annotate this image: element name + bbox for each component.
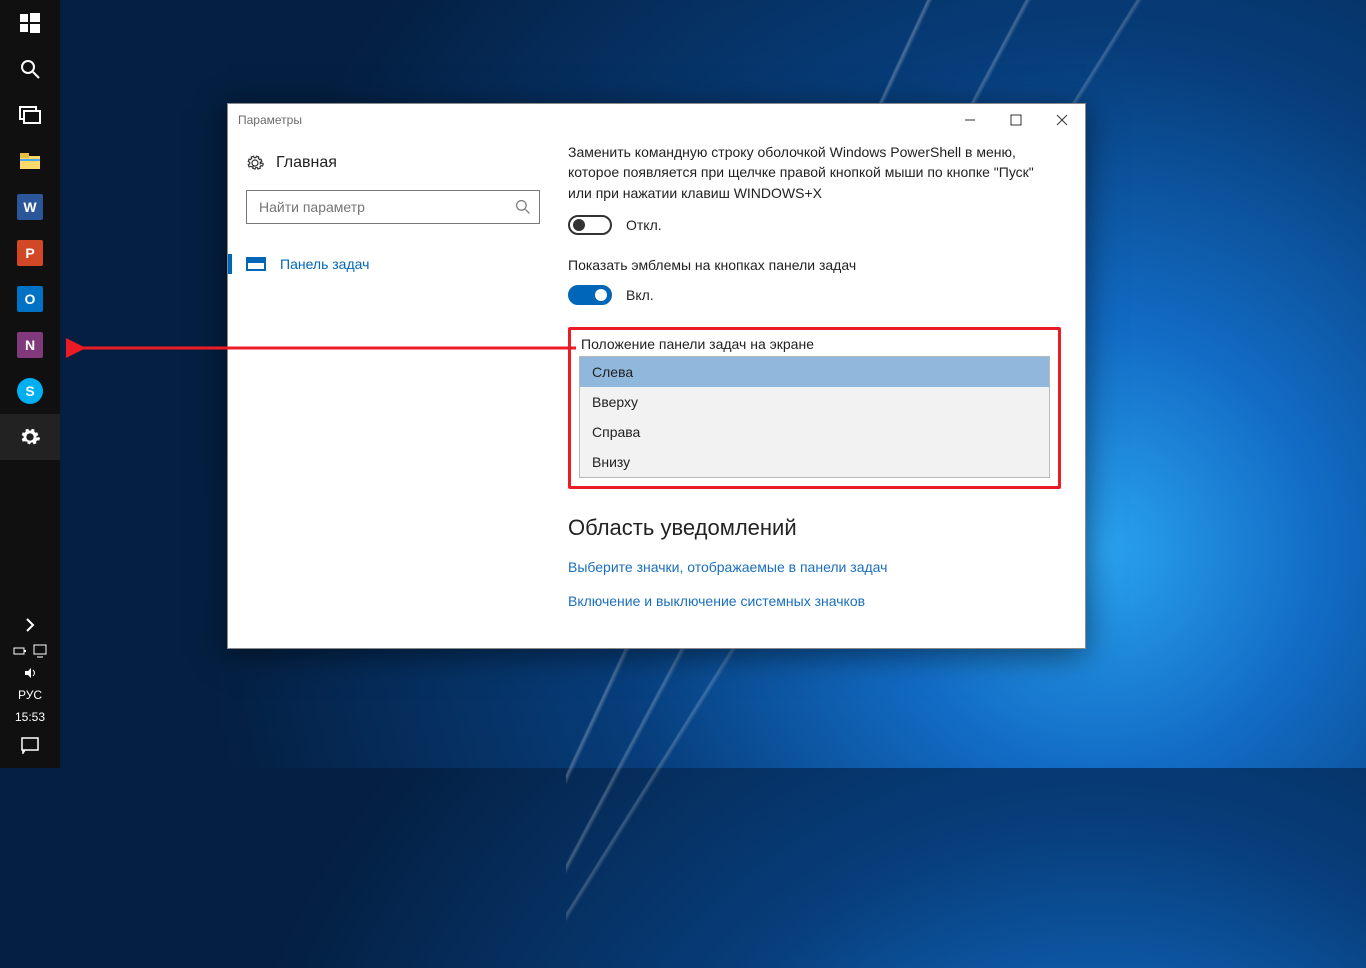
- task-view-button[interactable]: [0, 92, 60, 138]
- powerpoint-app[interactable]: P: [0, 230, 60, 276]
- nav-taskbar[interactable]: Панель задач: [246, 252, 540, 276]
- powerpoint-icon: P: [17, 240, 43, 266]
- language-indicator[interactable]: РУС: [18, 684, 42, 706]
- notifications-header: Область уведомлений: [568, 515, 1061, 541]
- clock[interactable]: 15:53: [15, 706, 45, 728]
- active-indicator: [228, 254, 232, 274]
- search-button[interactable]: [0, 46, 60, 92]
- overflow-arrow[interactable]: [0, 610, 60, 640]
- settings-content: Заменить командную строку оболочкой Wind…: [558, 136, 1085, 648]
- skype-app[interactable]: S: [0, 368, 60, 414]
- word-icon: W: [17, 194, 43, 220]
- option-top[interactable]: Вверху: [580, 387, 1049, 417]
- toggle-badges[interactable]: [568, 285, 612, 305]
- battery-icon: [13, 644, 27, 658]
- settings-app[interactable]: [0, 414, 60, 460]
- settings-search[interactable]: [246, 190, 540, 224]
- action-center[interactable]: [0, 728, 60, 762]
- skype-icon: S: [17, 378, 43, 404]
- toggle-powershell[interactable]: [568, 215, 612, 235]
- link-system-icons[interactable]: Включение и выключение системных значков: [568, 593, 1061, 609]
- volume-icon: [23, 666, 37, 680]
- maximize-icon: [1010, 114, 1022, 126]
- position-label: Положение панели задач на экране: [571, 330, 1058, 356]
- onenote-icon: N: [17, 332, 43, 358]
- folder-icon: [19, 152, 41, 170]
- file-explorer[interactable]: [0, 138, 60, 184]
- home-label: Главная: [276, 154, 337, 172]
- taskbar-icon: [246, 257, 266, 271]
- position-options-list: Слева Вверху Справа Внизу: [579, 356, 1050, 478]
- gear-icon: [246, 154, 264, 172]
- search-icon: [515, 199, 531, 215]
- taskbar: W P O N S РУС: [0, 0, 60, 768]
- window-title: Параметры: [238, 113, 302, 127]
- start-button[interactable]: [0, 0, 60, 46]
- chevron-right-icon: [25, 618, 35, 632]
- link-select-icons[interactable]: Выберите значки, отображаемые в панели з…: [568, 559, 1061, 575]
- network-icon: [33, 644, 47, 658]
- settings-window: Параметры Главная: [227, 103, 1086, 649]
- maximize-button[interactable]: [993, 104, 1039, 136]
- notification-icon: [21, 736, 39, 754]
- close-button[interactable]: [1039, 104, 1085, 136]
- close-icon: [1056, 114, 1068, 126]
- tray-row-1[interactable]: [0, 640, 60, 662]
- badges-label: Показать эмблемы на кнопках панели задач: [568, 257, 1061, 273]
- search-input[interactable]: [259, 199, 515, 215]
- toggle-badges-state: Вкл.: [626, 287, 654, 303]
- powershell-description: Заменить командную строку оболочкой Wind…: [568, 142, 1061, 203]
- home-link[interactable]: Главная: [246, 154, 540, 172]
- nav-taskbar-label: Панель задач: [280, 256, 369, 272]
- taskview-icon: [19, 106, 41, 124]
- outlook-icon: O: [17, 286, 43, 312]
- gear-icon: [19, 426, 41, 448]
- windows-icon: [20, 13, 40, 33]
- taskbar-position-dropdown: Положение панели задач на экране Слева В…: [568, 327, 1061, 489]
- onenote-app[interactable]: N: [0, 322, 60, 368]
- titlebar[interactable]: Параметры: [228, 104, 1085, 136]
- option-bottom[interactable]: Внизу: [580, 447, 1049, 477]
- option-left[interactable]: Слева: [580, 357, 1049, 387]
- toggle-powershell-state: Откл.: [626, 217, 662, 233]
- option-right[interactable]: Справа: [580, 417, 1049, 447]
- settings-nav-pane: Главная Панель задач: [228, 136, 558, 648]
- search-icon: [20, 59, 40, 79]
- outlook-app[interactable]: O: [0, 276, 60, 322]
- tray-row-2[interactable]: [0, 662, 60, 684]
- minimize-icon: [964, 114, 976, 126]
- minimize-button[interactable]: [947, 104, 993, 136]
- word-app[interactable]: W: [0, 184, 60, 230]
